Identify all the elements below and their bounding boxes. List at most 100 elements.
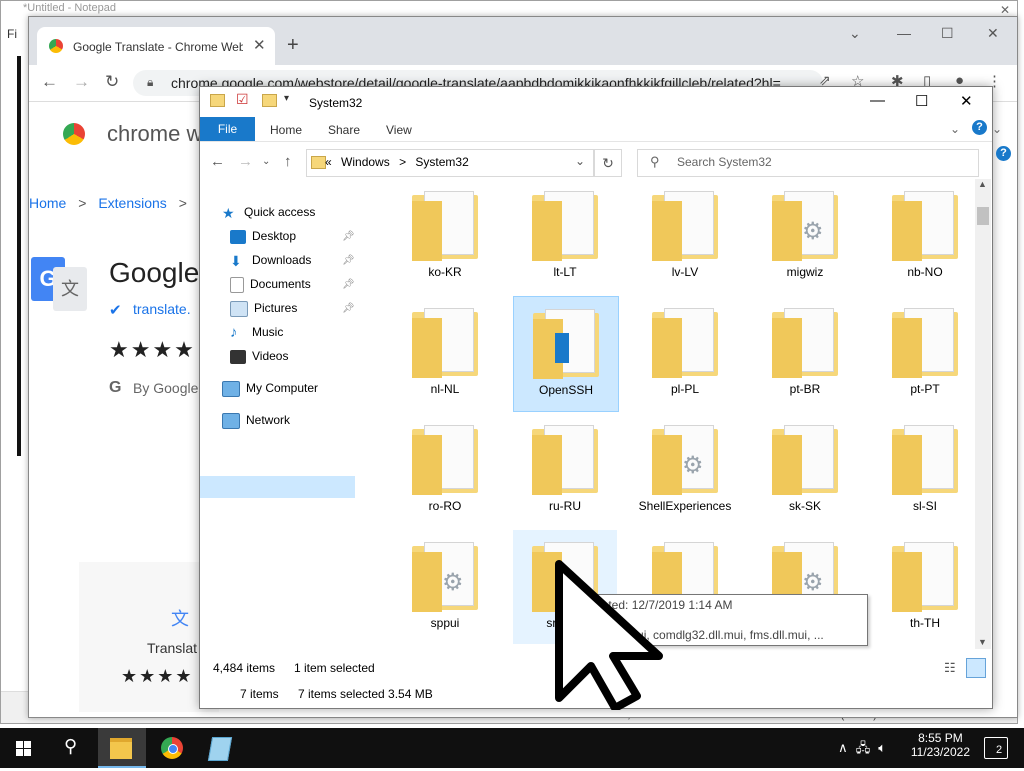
- breadcrumb-home[interactable]: Home: [29, 195, 66, 211]
- address-prefix[interactable]: «: [325, 155, 332, 169]
- notification-center-icon[interactable]: 2: [984, 737, 1008, 759]
- recent-locations-icon[interactable]: ⌄: [262, 156, 270, 167]
- quick-access-toolbar-dropdown-icon[interactable]: ▾: [284, 93, 289, 104]
- verified-icon: ✔: [109, 302, 122, 319]
- folder-item[interactable]: lt-LT: [513, 179, 617, 293]
- folder-item[interactable]: ru-RU: [513, 413, 617, 527]
- address-separator[interactable]: >: [399, 155, 406, 169]
- help-icon[interactable]: ?: [972, 120, 987, 135]
- start-button[interactable]: [0, 728, 48, 768]
- network-status-icon[interactable]: 🖧︎: [856, 740, 879, 755]
- scroll-down-icon[interactable]: ▼: [978, 637, 987, 647]
- close-tab-icon[interactable]: ✕: [253, 36, 266, 54]
- scroll-up-icon[interactable]: ▲: [978, 179, 987, 189]
- minimize-button[interactable]: —: [870, 92, 885, 109]
- network-icon: [222, 412, 240, 429]
- back-icon[interactable]: ←: [41, 72, 58, 92]
- folder-item[interactable]: lv-LV: [633, 179, 737, 293]
- ribbon-tab-file[interactable]: File: [200, 117, 255, 141]
- folder-item[interactable]: pl-PL: [633, 296, 737, 410]
- expand-ribbon-icon[interactable]: ⌄: [950, 122, 960, 136]
- ribbon-tab-share[interactable]: Share: [328, 123, 360, 137]
- large-icons-view-icon[interactable]: [966, 658, 986, 678]
- taskbar-file-explorer[interactable]: [98, 728, 146, 768]
- nav-music[interactable]: ♪ Music: [230, 321, 283, 343]
- close-button[interactable]: ✕: [960, 92, 973, 110]
- ribbon-tab-view[interactable]: View: [386, 123, 412, 137]
- breadcrumb-separator: >: [178, 195, 187, 211]
- nav-quick-access[interactable]: ★ Quick access: [222, 201, 315, 223]
- folder-item-selected[interactable]: OpenSSH: [513, 296, 619, 412]
- notepad-menu-file[interactable]: Fi: [7, 27, 17, 41]
- status-item-count: 4,484 items: [213, 661, 276, 675]
- taskbar-notepad[interactable]: [196, 728, 244, 768]
- forward-icon[interactable]: →: [238, 153, 253, 170]
- lock-icon[interactable]: 🔒︎: [147, 75, 153, 90]
- folder-item[interactable]: pt-PT: [873, 296, 977, 410]
- taskbar-chrome[interactable]: [148, 728, 196, 768]
- ribbon-tab-home[interactable]: Home: [270, 123, 302, 137]
- address-segment-system32[interactable]: System32: [415, 155, 468, 169]
- reload-icon[interactable]: ↻: [105, 72, 119, 92]
- new-folder-icon[interactable]: [262, 94, 277, 107]
- nav-my-computer[interactable]: My Computer: [222, 377, 318, 399]
- background-close-icon[interactable]: ✕: [1000, 3, 1010, 17]
- properties-icon[interactable]: ☑: [236, 91, 249, 108]
- scrollbar-thumb[interactable]: [977, 207, 989, 225]
- gear-icon: ⚙: [802, 569, 824, 596]
- pin-icon[interactable]: 📌︎: [342, 231, 355, 242]
- search-placeholder[interactable]: Search System32: [677, 155, 772, 169]
- details-view-icon[interactable]: ☷: [944, 660, 956, 676]
- google-g-icon: G: [109, 379, 122, 396]
- related-extension-card[interactable]: [79, 562, 219, 712]
- pin-icon[interactable]: 📌︎: [342, 279, 355, 290]
- folder-item[interactable]: nl-NL: [393, 296, 497, 410]
- back-icon[interactable]: ←: [210, 153, 225, 170]
- volume-icon[interactable]: 🔈︎: [878, 740, 894, 755]
- clock[interactable]: 8:55 PM 11/23/2022: [911, 731, 970, 759]
- folder-item[interactable]: nb-NO: [873, 179, 977, 293]
- address-dropdown-icon[interactable]: ⌄: [575, 154, 585, 168]
- folder-icon: [892, 304, 958, 378]
- nav-pictures[interactable]: Pictures: [230, 297, 297, 319]
- nav-videos[interactable]: Videos: [230, 345, 288, 367]
- nav-desktop[interactable]: Desktop: [230, 225, 296, 247]
- app-site-link[interactable]: translate.: [133, 301, 191, 317]
- file-view: ko-KR lt-LT lv-LV ⚙ migwiz nb-NO nl-NL O…: [378, 179, 978, 649]
- minimize-button[interactable]: —: [897, 25, 911, 41]
- address-segment-windows[interactable]: Windows: [341, 155, 390, 169]
- folder-item[interactable]: th-TH: [873, 530, 977, 644]
- pin-icon[interactable]: 📌︎: [342, 255, 355, 266]
- refresh-button[interactable]: ↻: [594, 149, 622, 177]
- breadcrumb-extensions[interactable]: Extensions: [98, 195, 166, 211]
- folder-item[interactable]: ⚙ migwiz: [753, 179, 857, 293]
- folder-item[interactable]: sk-SK: [753, 413, 857, 527]
- maximize-button[interactable]: ☐: [941, 25, 954, 42]
- pin-icon[interactable]: 📌︎: [342, 303, 355, 314]
- forward-icon[interactable]: →: [73, 72, 90, 92]
- folder-item[interactable]: sl-SI: [873, 413, 977, 527]
- background-help-icon[interactable]: ?: [996, 146, 1011, 161]
- folder-item[interactable]: ⚙ sppui: [393, 530, 497, 644]
- folder-item[interactable]: ⚙ ShellExperiences: [633, 413, 737, 527]
- nav-downloads[interactable]: ⬇ Downloads: [230, 249, 311, 271]
- folder-item[interactable]: ko-KR: [393, 179, 497, 293]
- webstore-logo-text[interactable]: chrome w: [107, 121, 202, 147]
- maximize-button[interactable]: ☐: [915, 92, 928, 110]
- show-hidden-icons-icon[interactable]: ∧: [838, 740, 856, 755]
- nav-documents[interactable]: Documents: [230, 273, 311, 295]
- nav-network[interactable]: Network: [222, 409, 290, 431]
- folder-item[interactable]: pt-BR: [753, 296, 857, 410]
- folder-icon: [652, 304, 718, 378]
- up-icon[interactable]: ↑: [284, 153, 292, 170]
- star-icon: ★: [222, 204, 235, 221]
- folder-item[interactable]: ro-RO: [393, 413, 497, 527]
- new-tab-button[interactable]: +: [287, 34, 299, 57]
- chevron-down-icon[interactable]: ⌄: [849, 25, 861, 42]
- chrome-tab[interactable]: Google Translate - Chrome Web ✕: [37, 27, 275, 65]
- nav-selection-highlight: [200, 476, 355, 498]
- close-button[interactable]: ✕: [987, 25, 999, 42]
- search-button[interactable]: ⚲: [48, 728, 96, 768]
- background-chevron-icon[interactable]: ⌄: [992, 122, 1002, 136]
- vertical-scrollbar[interactable]: ▲ ▼: [975, 179, 991, 649]
